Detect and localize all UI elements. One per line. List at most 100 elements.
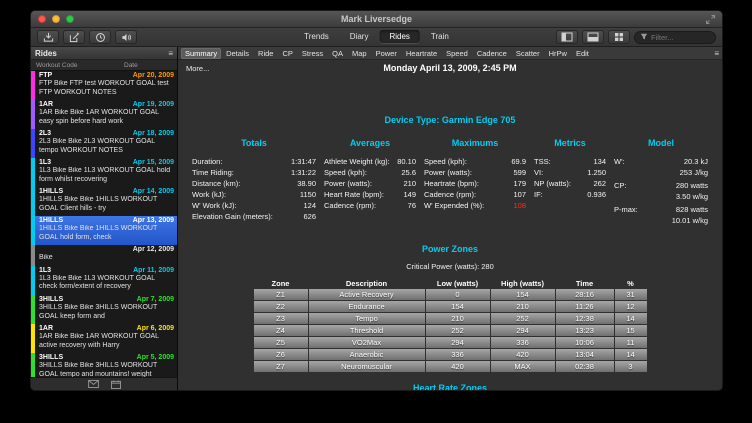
zone-cell: 210 <box>426 313 490 324</box>
zone-cell: 11:26 <box>556 301 614 312</box>
metric-label: NP (watts): <box>534 178 571 189</box>
toggle-lowbar-button[interactable] <box>582 30 604 44</box>
filter-input[interactable] <box>651 33 709 42</box>
tab-qa[interactable]: QA <box>328 48 347 59</box>
zone-cell: Threshold <box>309 325 425 336</box>
zone-cell: 13:04 <box>556 349 614 360</box>
ride-date: Apr 7, 2009 <box>137 296 174 303</box>
list-item[interactable]: FTPApr 20, 2009FTP Bike FTP test WORKOUT… <box>31 71 177 100</box>
zone-cell: Endurance <box>309 301 425 312</box>
zone-cell: 420 <box>426 361 490 372</box>
column-header-code[interactable]: Workout Code <box>36 62 124 69</box>
ride-code: 1L3 <box>39 159 51 166</box>
metric-label: Distance (km): <box>192 178 240 189</box>
tab-cp[interactable]: CP <box>278 48 296 59</box>
metric-label: TSS: <box>534 156 551 167</box>
list-item[interactable]: 3HILLSApr 5, 20093HILLS Bike Bike 3HILLS… <box>31 353 177 377</box>
toolbar-tab-rides[interactable]: Rides <box>379 30 419 43</box>
zone-cell: 252 <box>426 325 490 336</box>
manual-entry-button[interactable] <box>63 30 85 44</box>
list-item[interactable]: 1L3Apr 15, 20091L3 Bike Bike 1L3 WORKOUT… <box>31 158 177 187</box>
tab-scatter[interactable]: Scatter <box>512 48 544 59</box>
metric-row: Speed (kph):25.6 <box>324 167 416 178</box>
section-heading: Maximums <box>424 138 526 148</box>
table-row: Z6Anaerobic33642013:0414 <box>254 349 647 360</box>
list-item[interactable]: Apr 12, 2009Bike <box>31 245 177 266</box>
ride-code: 1HILLS <box>39 188 63 195</box>
zone-cell: 12 <box>615 301 647 312</box>
metric-row: Speed (kph):69.9 <box>424 156 526 167</box>
tab-summary[interactable]: Summary <box>181 48 221 59</box>
metric-value: 25.6 <box>401 167 416 178</box>
metric-row: 10.01 w/kg <box>614 215 708 226</box>
ride-notes: 3HILLS Bike Bike 3HILLS WORKOUT GOAL tem… <box>39 362 174 377</box>
metric-row: P-max:828 watts <box>614 204 708 215</box>
list-item[interactable]: 2L3Apr 18, 20092L3 Bike Bike 2L3 WORKOUT… <box>31 129 177 158</box>
toolbar-tab-trends[interactable]: Trends <box>294 30 339 43</box>
tab-heartrate[interactable]: Heartrate <box>402 48 441 59</box>
zone-cell: 15 <box>615 325 647 336</box>
zones-column-header: Zone <box>254 278 308 288</box>
tab-power[interactable]: Power <box>372 48 401 59</box>
tab-speed[interactable]: Speed <box>442 48 472 59</box>
tiled-view-button[interactable] <box>608 30 630 44</box>
zone-cell: 0 <box>426 289 490 300</box>
tab-stress[interactable]: Stress <box>298 48 327 59</box>
metric-row: W':20.3 kJ <box>614 156 708 167</box>
sidebar-title: Rides <box>35 49 57 58</box>
metric-value: 599 <box>513 167 526 178</box>
toolbar-tab-train[interactable]: Train <box>421 30 459 43</box>
list-item[interactable]: 1ARApr 6, 20091AR Bike Bike 1AR WORKOUT … <box>31 324 177 353</box>
more-link[interactable]: More... <box>186 64 209 73</box>
funnel-icon <box>640 33 648 41</box>
audio-button[interactable] <box>115 30 137 44</box>
metric-value: 262 <box>593 178 606 189</box>
zone-cell: Anaerobic <box>309 349 425 360</box>
ride-notes: 1L3 Bike Bike 1L3 WORKOUT GOAL check for… <box>39 275 174 292</box>
tab-details[interactable]: Details <box>222 48 253 59</box>
zone-cell: Z1 <box>254 289 308 300</box>
tab-edit[interactable]: Edit <box>572 48 593 59</box>
ride-notes: 1HILLS Bike Bike 1HILLS WORKOUT GOAL hol… <box>39 225 174 242</box>
filter-field[interactable] <box>634 31 716 44</box>
tab-ride[interactable]: Ride <box>254 48 277 59</box>
list-item[interactable]: 1ARApr 19, 20091AR Bike Bike 1AR WORKOUT… <box>31 100 177 129</box>
metric-value: 1:31:22 <box>291 167 316 178</box>
titlebar[interactable]: Mark Liversedge <box>31 11 722 28</box>
tab-map[interactable]: Map <box>348 48 371 59</box>
metric-value: 107 <box>513 189 526 200</box>
zone-cell: 210 <box>491 301 555 312</box>
ride-code: 2L3 <box>39 130 51 137</box>
mail-icon[interactable] <box>88 380 99 388</box>
column-header-date[interactable]: Date <box>124 62 172 69</box>
metric-value: 210 <box>403 178 416 189</box>
metric-row: Duration:1:31:47 <box>192 156 316 167</box>
hr-zones-heading: Heart Rate Zones <box>178 383 722 390</box>
table-row: Z1Active Recovery015428:1631 <box>254 289 647 300</box>
sidebar-left-icon <box>561 32 573 42</box>
list-item[interactable]: 1HILLSApr 13, 20091HILLS Bike Bike 1HILL… <box>31 216 177 245</box>
zone-cell: Z6 <box>254 349 308 360</box>
tab-hrpw[interactable]: HrPw <box>545 48 571 59</box>
list-item[interactable]: 1HILLSApr 14, 20091HILLS Bike Bike 1HILL… <box>31 187 177 216</box>
table-row: Z5VO2Max29433610:0611 <box>254 337 647 348</box>
calendar-icon[interactable] <box>111 380 121 389</box>
speaker-icon <box>121 32 132 43</box>
list-item[interactable]: 1L3Apr 11, 20091L3 Bike Bike 1L3 WORKOUT… <box>31 266 177 295</box>
metric-row: Power (watts):210 <box>324 178 416 189</box>
toolbar-tab-diary[interactable]: Diary <box>340 30 379 43</box>
table-header-row: ZoneDescriptionLow (watts)High (watts)Ti… <box>254 278 647 288</box>
list-item[interactable]: 3HILLSApr 7, 20093HILLS Bike Bike 3HILLS… <box>31 295 177 324</box>
ride-date: Apr 5, 2009 <box>137 354 174 361</box>
interval-button[interactable] <box>89 30 111 44</box>
metric-value: 253 J/kg <box>680 167 708 178</box>
fullscreen-icon[interactable] <box>705 14 716 25</box>
sidebar-header: Rides ≡ <box>31 47 177 60</box>
metric-value: 108 <box>513 200 526 211</box>
tab-cadence[interactable]: Cadence <box>473 48 511 59</box>
tabbar-menu-icon[interactable]: ≡ <box>714 49 719 58</box>
toggle-sidebar-button[interactable] <box>556 30 578 44</box>
summary-column-metrics: MetricsTSS:134VI:1.250NP (watts):262IF:0… <box>534 138 606 228</box>
sidebar-menu-icon[interactable]: ≡ <box>168 49 173 58</box>
import-ride-button[interactable] <box>37 30 59 44</box>
